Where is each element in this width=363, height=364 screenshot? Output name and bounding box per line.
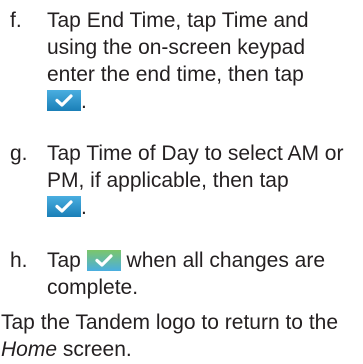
step-letter: f. <box>10 9 22 32</box>
checkmark-button-icon <box>47 90 81 111</box>
step-text: Tap End Time, tap Time and using the on-… <box>47 9 309 113</box>
checkmark-button-icon <box>86 250 121 271</box>
step-text: Tap when all changes are complete. <box>47 249 326 299</box>
step-f: f. Tap End Time, tap Time and using the … <box>0 7 363 117</box>
time-label: Time <box>221 9 268 32</box>
step-text: Tap Time of Day to select AM or PM, if a… <box>47 142 344 219</box>
end-time-label: End Time <box>86 9 176 32</box>
time-of-day-label: Time of Day <box>86 142 199 165</box>
step-letter: g. <box>10 142 28 165</box>
tandem-logo-label: Tandem logo <box>75 311 196 334</box>
closing-paragraph: Tap the Tandem logo to return to the Hom… <box>1 311 339 361</box>
home-screen-label: Home <box>1 338 58 361</box>
instruction-document: f. Tap End Time, tap Time and using the … <box>0 0 363 364</box>
checkmark-button-icon <box>47 196 81 217</box>
step-g: g. Tap Time of Day to select AM or PM, i… <box>0 140 363 224</box>
step-h: h. Tap when all changes are complete. <box>0 247 363 305</box>
step-letter: h. <box>10 249 28 272</box>
